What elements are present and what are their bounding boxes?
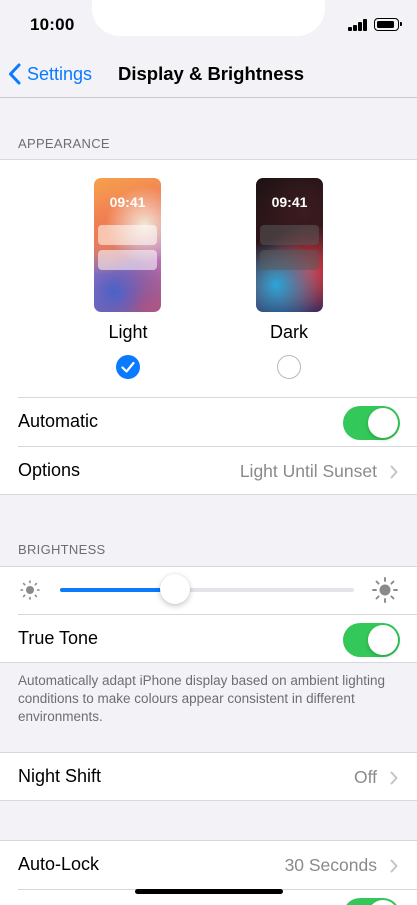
options-value: Light Until Sunset xyxy=(239,461,377,481)
night-shift-label: Night Shift xyxy=(18,766,102,786)
light-mode-radio[interactable] xyxy=(116,355,140,379)
status-bar: 10:00 xyxy=(0,0,417,50)
toggle-knob xyxy=(368,625,398,655)
preview-notification xyxy=(98,250,157,270)
preview-notification xyxy=(260,250,319,270)
automatic-toggle[interactable] xyxy=(343,406,400,440)
preview-notification xyxy=(98,225,157,245)
true-tone-label: True Tone xyxy=(18,628,99,648)
true-tone-description: Automatically adapt iPhone display based… xyxy=(18,673,385,724)
chevron-right-icon xyxy=(390,465,398,479)
dark-mode-radio[interactable] xyxy=(277,355,301,379)
sun-max-icon xyxy=(372,577,398,603)
true-tone-toggle[interactable] xyxy=(343,623,400,657)
night-shift-value: Off xyxy=(353,767,377,787)
light-mode-label: Light xyxy=(108,322,148,342)
options-label: Options xyxy=(18,460,81,480)
cellular-signal-icon xyxy=(348,19,368,31)
back-label: Settings xyxy=(27,63,93,84)
automatic-row: Automatic xyxy=(0,398,417,447)
auto-lock-label: Auto-Lock xyxy=(18,854,100,874)
auto-lock-value: 30 Seconds xyxy=(284,855,377,875)
navigation-bar: Settings Display & Brightness xyxy=(0,50,417,98)
chevron-right-icon xyxy=(390,859,398,873)
brightness-slider-fill xyxy=(60,588,175,592)
night-shift-group: Night Shift Off xyxy=(0,752,417,801)
preview-notification xyxy=(260,225,319,245)
preview-time: 09:41 xyxy=(109,194,146,210)
brightness-slider-thumb[interactable] xyxy=(160,574,190,604)
checkmark-icon xyxy=(121,361,135,373)
appearance-group: 09:41 09:41 Light Dark Automatic Options… xyxy=(0,159,417,495)
status-time: 10:00 xyxy=(30,15,75,34)
dark-mode-preview[interactable]: 09:41 xyxy=(256,178,323,312)
auto-lock-group: Auto-Lock 30 Seconds xyxy=(0,840,417,905)
notch xyxy=(92,0,325,36)
display-brightness-screen: 10:00 Settings Display & Brightness APPE… xyxy=(0,0,417,905)
toggle-knob xyxy=(368,408,398,438)
auto-lock-row[interactable]: Auto-Lock 30 Seconds xyxy=(0,841,417,890)
back-button[interactable]: Settings xyxy=(8,60,92,88)
true-tone-row: True Tone xyxy=(0,615,417,664)
options-row[interactable]: Options Light Until Sunset xyxy=(0,447,417,496)
page-title: Display & Brightness xyxy=(118,63,305,84)
home-indicator xyxy=(135,889,283,894)
battery-icon xyxy=(374,18,402,31)
light-mode-preview[interactable]: 09:41 xyxy=(94,178,161,312)
brightness-group: True Tone xyxy=(0,566,417,663)
automatic-label: Automatic xyxy=(18,411,99,431)
sun-min-icon xyxy=(20,580,40,600)
chevron-right-icon xyxy=(390,771,398,785)
next-row-toggle[interactable] xyxy=(343,898,400,905)
chevron-left-icon xyxy=(9,63,21,85)
toggle-knob xyxy=(368,900,398,905)
brightness-section-header: BRIGHTNESS xyxy=(18,542,106,557)
night-shift-row[interactable]: Night Shift Off xyxy=(0,753,417,802)
brightness-slider[interactable] xyxy=(60,574,354,604)
appearance-section-header: APPEARANCE xyxy=(18,136,110,151)
dark-mode-label: Dark xyxy=(269,322,308,342)
preview-time: 09:41 xyxy=(271,194,308,210)
